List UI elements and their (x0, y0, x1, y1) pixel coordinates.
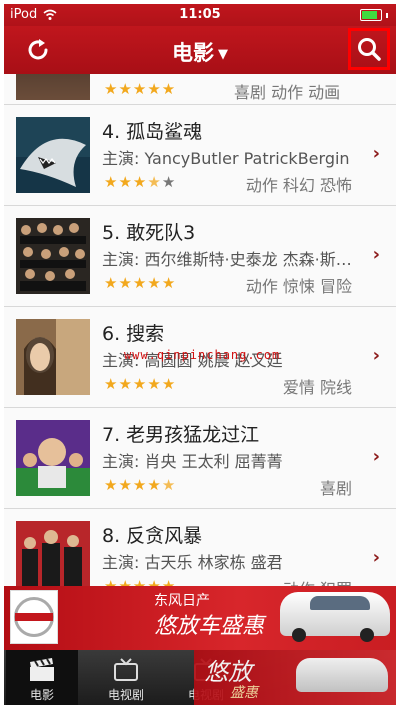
list-item[interactable]: ★★★★★ 喜剧 动作 动画 (4, 74, 396, 105)
ad-slogan: 悠放车盛惠 (154, 614, 265, 639)
genre-tags: 动作 惊悚 冒险 (245, 277, 352, 296)
star-full-icon: ★ (147, 476, 162, 494)
movie-cast: 主演: 西尔维斯特·史泰龙 杰森·斯坦森 (102, 250, 352, 269)
ad-overlay-sub: 盛惠 (230, 685, 258, 701)
star-full-icon: ★ (118, 577, 133, 586)
movie-poster (16, 74, 90, 100)
category-dropdown[interactable]: 电影 ▼ (4, 37, 396, 67)
list-item[interactable]: 8. 反贪风暴 主演: 古天乐 林家栋 盛君 ★★★★★ 动作 犯罪 › (4, 509, 396, 586)
star-full-icon: ★ (104, 476, 119, 494)
tv-icon (114, 658, 138, 681)
genre-tags: 喜剧 (319, 479, 352, 498)
star-full-icon: ★ (147, 577, 162, 586)
movie-poster (16, 319, 90, 395)
app-screen: iPod 11:05 电影 ▼ ★★★★★ 喜剧 动作 动画 4. 孤岛鲨魂 主… (4, 4, 396, 705)
chevron-right-icon: › (372, 244, 380, 265)
movie-title: 8. 反贪风暴 (102, 525, 203, 547)
movie-poster (16, 420, 90, 496)
movie-title: 4. 孤岛鲨魂 (102, 121, 203, 143)
star-full-icon: ★ (132, 476, 148, 494)
battery-icon (360, 9, 382, 21)
tab-label: 电影 (29, 688, 54, 702)
clapperboard-icon (30, 658, 54, 681)
watermark-text: www.qinpinchang.com (124, 348, 281, 362)
caret-down-icon: ▼ (218, 46, 228, 62)
movie-poster (16, 218, 90, 294)
car-wheel (360, 628, 374, 642)
list-item[interactable]: 7. 老男孩猛龙过江 主演: 肖央 王太利 屈菁菁 ★★★★★ 喜剧 › (4, 408, 396, 509)
star-full-icon: ★ (161, 274, 177, 292)
ad-overlay[interactable]: 悠放 盛惠 (194, 650, 396, 705)
list-item[interactable]: 5. 敢死队3 主演: 西尔维斯特·史泰龙 杰森·斯坦森 ★★★★★ 动作 惊悚… (4, 206, 396, 307)
star-full-icon: ★ (132, 173, 148, 191)
genre-tags: 动作 科幻 恐怖 (245, 176, 352, 195)
star-full-icon: ★ (104, 375, 119, 393)
chevron-right-icon: › (372, 345, 380, 366)
movie-title: 5. 敢死队3 (102, 222, 196, 244)
tab-bar: 电影 电视剧 电视剧 悠放 盛惠 (4, 650, 396, 705)
battery-tip (386, 12, 388, 18)
status-bar: iPod 11:05 (4, 4, 396, 26)
star-full-icon: ★ (104, 274, 119, 292)
nissan-logo (10, 590, 58, 644)
rating-stars: ★★★★★ (104, 80, 177, 98)
ad-brand: 东风日产 (154, 593, 210, 609)
nav-bar: 电影 ▼ (4, 26, 396, 74)
rating-stars: ★★★★★ (104, 274, 176, 292)
movie-list[interactable]: ★★★★★ 喜剧 动作 动画 4. 孤岛鲨魂 主演: YancyButler P… (4, 74, 396, 586)
star-full-icon: ★ (104, 577, 119, 586)
star-full-icon: ★ (118, 173, 133, 191)
car-wheel (292, 628, 306, 642)
star-full-icon: ★ (118, 375, 133, 393)
star-full-icon: ★ (147, 375, 162, 393)
list-item[interactable]: 4. 孤岛鲨魂 主演: YancyButler PatrickBergin ★★… (4, 105, 396, 206)
star-full-icon: ★ (147, 274, 162, 292)
logo-bar (15, 613, 53, 621)
rating-stars: ★★★★★ (104, 476, 176, 494)
chevron-right-icon: › (372, 547, 380, 568)
star-full-icon: ★ (132, 274, 148, 292)
genre-tags: 喜剧 动作 动画 (234, 83, 341, 102)
star-full-icon: ★ (118, 274, 133, 292)
movie-cast: 主演: YancyButler PatrickBergin (102, 149, 350, 168)
movie-cast: 主演: 肖央 王太利 屈菁菁 (102, 452, 283, 471)
movie-poster (16, 117, 90, 193)
battery-indicator (360, 9, 388, 21)
genre-tags: 爱情 院线 (282, 378, 352, 397)
star-half-icon: ★ (147, 173, 162, 191)
page-title: 电影 (172, 41, 214, 65)
star-full-icon: ★ (161, 375, 177, 393)
ad-banner[interactable]: 东风日产 悠放车盛惠 (4, 586, 396, 650)
battery-fill (362, 11, 377, 19)
chevron-right-icon: › (372, 446, 380, 467)
search-icon (358, 38, 381, 61)
rating-stars: ★★★★★ (104, 577, 176, 586)
tab-label: 电视剧 (107, 688, 144, 702)
movie-title: 7. 老男孩猛龙过江 (102, 424, 260, 446)
star-full-icon: ★ (132, 375, 148, 393)
movie-title: 6. 搜索 (102, 323, 165, 345)
movie-cast: 主演: 古天乐 林家栋 盛君 (102, 553, 283, 572)
star-full-icon: ★ (118, 476, 133, 494)
search-button[interactable] (348, 28, 390, 70)
star-half-icon: ★ (161, 476, 177, 494)
chevron-right-icon: › (372, 143, 380, 164)
genre-tags: 动作 犯罪 (283, 576, 352, 586)
rating-stars: ★★★★★ (104, 173, 176, 191)
car-image (296, 658, 388, 692)
star-full-icon: ★ (161, 577, 177, 586)
rating-stars: ★★★★★ (104, 375, 176, 393)
tab-tv-series[interactable]: 电视剧 (90, 650, 162, 705)
star-full-icon: ★ (104, 173, 119, 191)
status-time: 11:05 (179, 7, 221, 22)
car-window (310, 596, 370, 610)
star-empty-icon: ★ (161, 173, 177, 191)
star-full-icon: ★ (132, 577, 148, 586)
tab-movies[interactable]: 电影 (6, 650, 78, 705)
movie-poster (16, 521, 90, 586)
